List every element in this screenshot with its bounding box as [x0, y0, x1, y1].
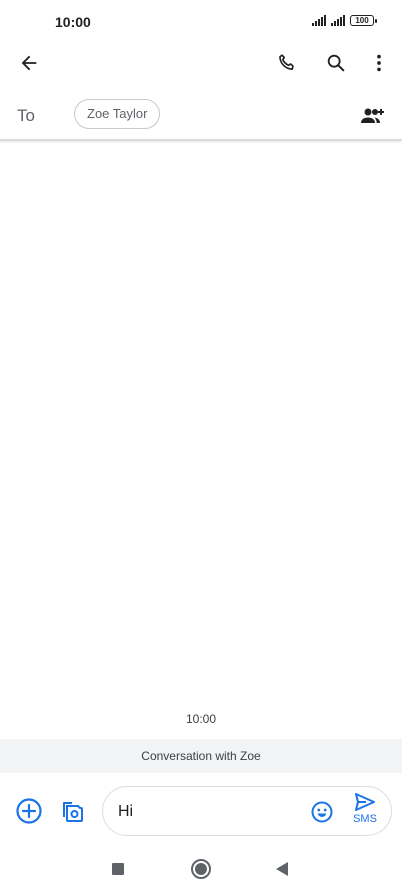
recipient-chip[interactable]: Zoe Taylor [74, 99, 161, 129]
system-nav-bar [0, 846, 402, 893]
add-attachment-button[interactable] [13, 795, 45, 827]
call-button[interactable] [271, 47, 303, 79]
more-options-button[interactable] [363, 47, 395, 79]
send-icon [355, 793, 375, 811]
send-label: SMS [353, 813, 377, 825]
send-button[interactable]: SMS [347, 791, 383, 833]
add-person-icon [361, 108, 384, 123]
message-input[interactable] [118, 801, 298, 823]
back-button[interactable] [13, 47, 45, 79]
add-recipient-button[interactable] [357, 100, 389, 132]
add-circle-icon [16, 798, 42, 824]
top-app-bar [0, 44, 402, 82]
emoji-icon [311, 801, 333, 823]
compose-bar: SMS [0, 774, 402, 846]
status-icons: 100 [312, 15, 377, 26]
compose-box: SMS [102, 786, 392, 836]
search-button[interactable] [320, 47, 352, 79]
recipient-row: To Zoe Taylor [0, 90, 402, 140]
battery-icon: 100 [350, 15, 377, 26]
more-vert-icon [377, 54, 381, 72]
gallery-camera-icon [63, 802, 83, 822]
phone-icon [279, 54, 294, 70]
arrow-back-icon [21, 55, 37, 71]
status-bar: 10:00 100 [0, 0, 402, 44]
recents-square-icon[interactable] [112, 863, 124, 875]
emoji-button[interactable] [306, 796, 338, 828]
message-timestamp: 10:00 [185, 712, 217, 726]
status-time: 10:00 [55, 14, 91, 30]
to-label: To [17, 106, 35, 125]
message-list[interactable] [0, 141, 402, 739]
gallery-camera-button[interactable] [56, 795, 88, 827]
conversation-banner: Conversation with Zoe [0, 739, 402, 773]
signal-icon [312, 15, 326, 26]
search-icon [327, 54, 345, 72]
home-circle-icon[interactable] [191, 859, 211, 879]
signal-icon [331, 15, 345, 26]
nav-back-triangle-icon[interactable] [276, 862, 288, 876]
